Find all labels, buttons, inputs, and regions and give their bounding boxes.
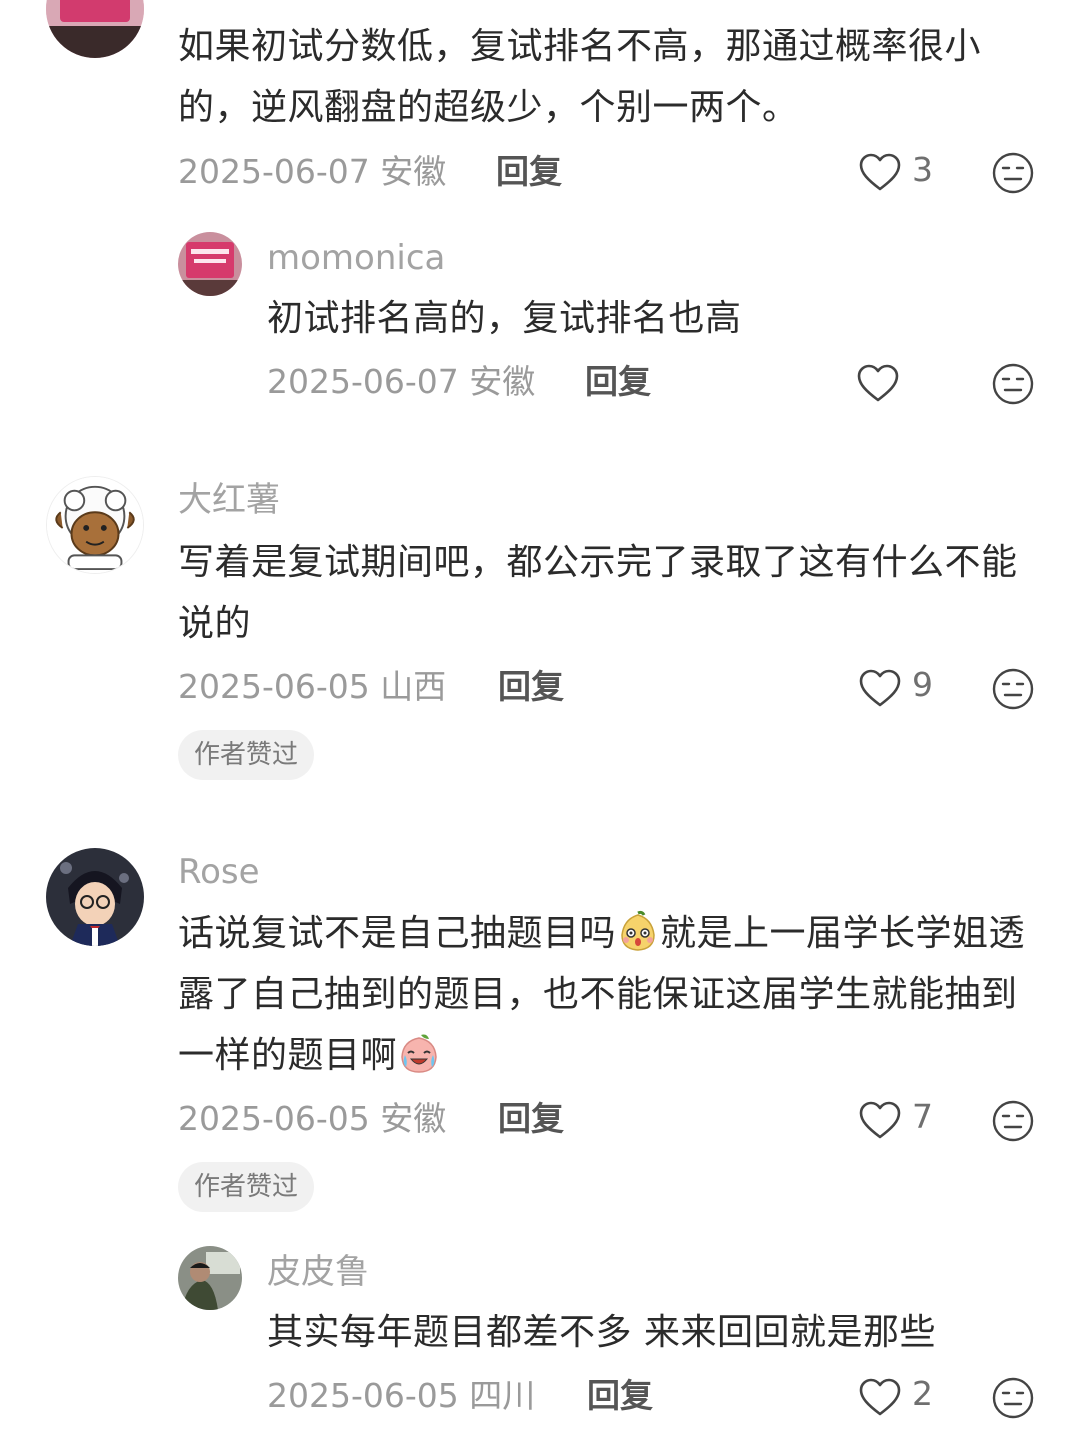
neutral-face-icon[interactable] bbox=[992, 363, 1034, 405]
heart-outline-icon[interactable] bbox=[858, 1377, 902, 1417]
like-count: 3 bbox=[912, 150, 933, 189]
reply-button[interactable]: 回复 bbox=[585, 360, 651, 404]
heart-outline-icon[interactable] bbox=[858, 1100, 902, 1140]
reply-text: 其实每年题目都差不多 来来回回就是那些 bbox=[267, 1312, 936, 1353]
avatar[interactable] bbox=[46, 848, 144, 946]
crying-laughing-peach-emoji bbox=[397, 1031, 441, 1075]
heart-outline-icon[interactable] bbox=[856, 363, 900, 403]
username[interactable]: Rose bbox=[178, 850, 260, 894]
neutral-face-icon[interactable] bbox=[992, 152, 1034, 194]
reply-text: 初试排名高的，复试排名也高 bbox=[267, 298, 742, 339]
reply-date-location: 2025-06-05 四川 bbox=[267, 1376, 536, 1415]
reply-button[interactable]: 回复 bbox=[498, 1097, 564, 1141]
comment-date-location: 2025-06-05 山西 bbox=[178, 667, 447, 706]
neutral-face-icon[interactable] bbox=[992, 668, 1034, 710]
author-liked-badge: 作者赞过 bbox=[178, 1162, 315, 1212]
like-count: 9 bbox=[912, 665, 933, 704]
like-count: 2 bbox=[912, 1374, 933, 1413]
username[interactable]: momonica bbox=[267, 236, 445, 280]
username[interactable]: 大红薯 bbox=[178, 478, 280, 522]
comment-text: 写着是复试期间吧，都公示完了录取了这有什么不能说的 bbox=[178, 542, 1018, 644]
author-liked-badge: 作者赞过 bbox=[178, 730, 315, 780]
heart-outline-icon[interactable] bbox=[858, 152, 902, 192]
comment-text-part: 话说复试不是自己抽题目吗 bbox=[178, 913, 617, 954]
neutral-face-icon[interactable] bbox=[992, 1100, 1034, 1142]
avatar[interactable] bbox=[178, 232, 242, 296]
reply-date-location: 2025-06-07 安徽 bbox=[267, 362, 536, 401]
heart-outline-icon[interactable] bbox=[858, 668, 902, 708]
reply-button[interactable]: 回复 bbox=[498, 665, 564, 709]
shocked-pear-emoji bbox=[616, 909, 660, 953]
comment-date-location: 2025-06-07 安徽 bbox=[178, 152, 447, 191]
comment-text: 话说复试不是自己抽题目吗 就是上一届学长学姐透露了自己抽到的题目，也不能保证这届学… bbox=[178, 903, 1028, 1086]
like-count: 7 bbox=[912, 1097, 933, 1136]
reply-button[interactable]: 回复 bbox=[587, 1374, 653, 1418]
comment-text: 如果初试分数低，复试排名不高，那通过概率很小的，逆风翻盘的超级少，个别一两个。 bbox=[178, 26, 982, 128]
avatar[interactable] bbox=[178, 1246, 242, 1310]
reply-button[interactable]: 回复 bbox=[496, 150, 562, 194]
avatar[interactable] bbox=[46, 0, 144, 58]
comment-date-location: 2025-06-05 安徽 bbox=[178, 1099, 447, 1138]
neutral-face-icon[interactable] bbox=[992, 1377, 1034, 1419]
username[interactable]: 皮皮鲁 bbox=[267, 1250, 369, 1294]
avatar[interactable] bbox=[46, 476, 144, 574]
